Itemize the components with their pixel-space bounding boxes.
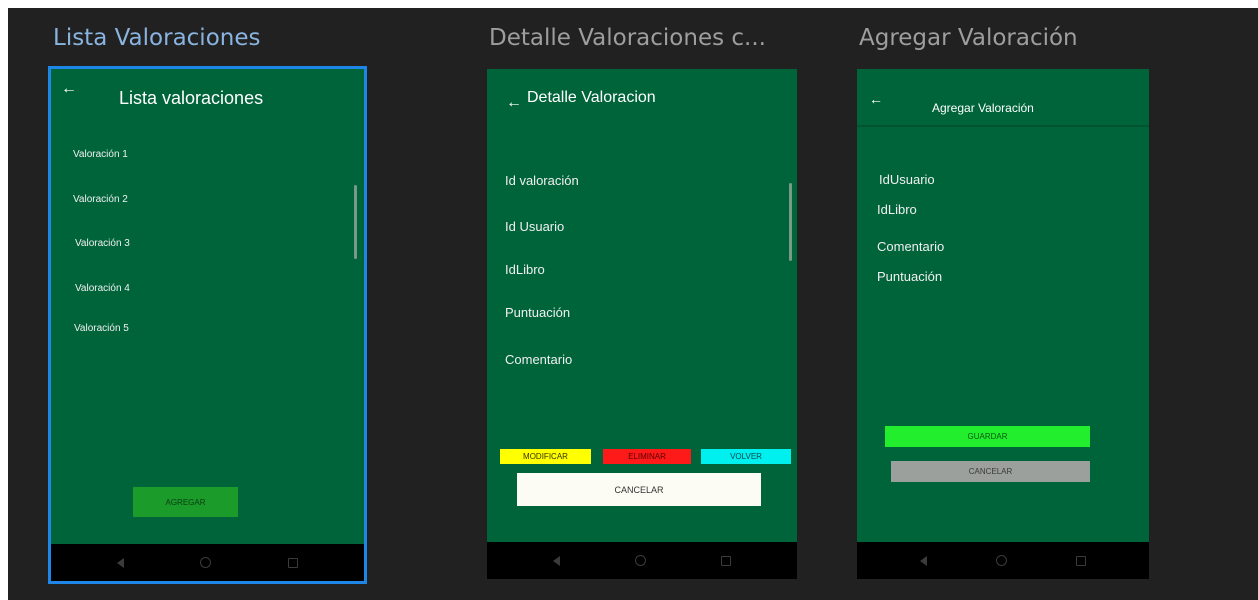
back-button[interactable]: VOLVER [701,449,791,464]
circle-home-icon[interactable] [634,555,646,566]
list-item[interactable]: Valoración 4 [75,283,130,294]
appbar-title: Detalle Valoracion [527,89,656,106]
screen-lista-valoraciones[interactable]: ← Lista valoraciones Valoración 1 Valora… [48,66,367,584]
cancel-button[interactable]: CANCELAR [891,461,1090,482]
field-label: IdLibro [505,262,545,277]
screen-detalle-valoracion[interactable]: ← Detalle Valoracion Id valoración Id Us… [487,69,797,579]
add-button[interactable]: AGREGAR [133,487,238,517]
field-label: Comentario [505,352,573,367]
field-label: Puntuación [505,305,571,320]
square-recent-icon[interactable] [287,557,298,568]
field-label: IdLibro [877,202,917,217]
appbar [857,69,1149,127]
screen-title-lista[interactable]: Lista Valoraciones [53,24,260,52]
scrollbar[interactable] [789,183,792,261]
screen-title-agregar[interactable]: Agregar Valoración [859,24,1078,52]
triangle-back-icon[interactable] [919,555,927,566]
list-item[interactable]: Valoración 1 [73,149,128,160]
field-label: Comentario [877,239,945,254]
circle-home-icon[interactable] [200,557,212,568]
system-navbar [857,542,1149,579]
modify-button[interactable]: MODIFICAR [500,449,591,464]
appbar-title: Lista valoraciones [119,88,264,108]
square-recent-icon[interactable] [1076,555,1087,566]
list-item[interactable]: Valoración 2 [73,194,128,205]
triangle-back-icon[interactable] [117,557,125,568]
triangle-back-icon[interactable] [552,555,560,566]
field-label: Puntuación [877,269,943,284]
list-item[interactable]: Valoración 3 [75,238,130,249]
delete-button[interactable]: ELIMINAR [603,449,691,464]
list-item[interactable]: Valoración 5 [74,323,129,334]
field-label: IdUsuario [879,172,935,187]
field-label: Id Usuario [505,219,565,234]
cancel-button[interactable]: CANCELAR [517,473,761,506]
arrow-left-icon[interactable]: ← [506,95,522,111]
system-navbar [487,542,797,579]
scrollbar[interactable] [354,185,357,259]
system-navbar [51,544,364,581]
field-label: Id valoración [505,173,579,188]
arrow-left-icon[interactable]: ← [869,91,883,107]
appbar-title: Agregar Valoración [932,101,1034,115]
screen-title-detalle[interactable]: Detalle Valoraciones c... [489,24,766,52]
square-recent-icon[interactable] [721,555,732,566]
circle-home-icon[interactable] [995,555,1007,566]
design-canvas: Lista Valoraciones ← Lista valoraciones … [8,8,1258,600]
save-button[interactable]: GUARDAR [885,426,1090,447]
screen-agregar-valoracion[interactable]: ← Agregar Valoración IdUsuario IdLibro C… [857,69,1149,579]
arrow-left-icon[interactable]: ← [61,81,77,97]
